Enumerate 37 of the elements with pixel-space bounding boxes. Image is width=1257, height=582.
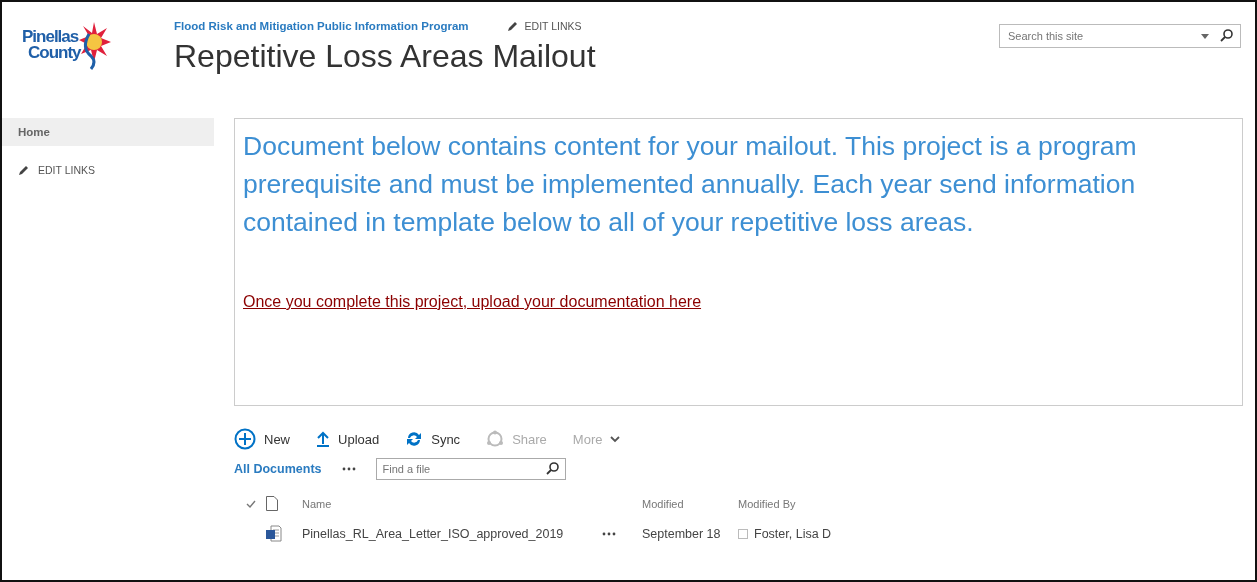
plus-circle-icon: [234, 428, 256, 450]
presence-icon: [738, 528, 748, 539]
column-header[interactable]: Name: [302, 497, 602, 510]
site-link[interactable]: Flood Risk and Mitigation Public Information Program: [174, 20, 469, 32]
more-icon[interactable]: [341, 467, 356, 471]
view-tab[interactable]: All Documents: [234, 462, 322, 476]
modified-by-cell: Foster, Lisa D: [754, 526, 832, 541]
pencil-icon: [506, 20, 518, 32]
document-icon: [266, 496, 278, 511]
toolbar-button[interactable]: Upload: [316, 431, 380, 447]
nav-item[interactable]: Home: [2, 118, 214, 146]
edit-links-link[interactable]: EDIT LINKS: [506, 20, 582, 32]
upload-icon: [316, 431, 330, 447]
column-header[interactable]: Modified: [642, 497, 738, 510]
search-icon[interactable]: [1220, 29, 1233, 42]
find-file-field[interactable]: Find a file: [375, 458, 566, 480]
file-name-cell[interactable]: Pinellas_RL_Area_Letter_ISO_approved_2019: [302, 526, 602, 541]
intro-text: Document below contains content for your mailout. This project is a program prerequisite and must be implemented annually. Each year send information contained in template below to all of your repetitive loss areas.: [243, 130, 1138, 239]
sync-icon: [405, 430, 424, 448]
upload-link[interactable]: Once you complete this project, upload your documentation here: [243, 293, 702, 311]
share-icon: [486, 430, 505, 448]
logo-text: Pinellas: [22, 28, 80, 45]
more-icon[interactable]: [602, 531, 616, 536]
pencil-icon: [18, 164, 29, 176]
dropdown-icon: [1201, 34, 1209, 39]
logo-text: County: [27, 45, 81, 62]
checkmark-icon[interactable]: [246, 499, 256, 508]
chevron-down-icon: [610, 435, 621, 443]
edit-links-link[interactable]: EDIT LINKS: [2, 146, 214, 194]
toolbar-button[interactable]: Sync: [405, 430, 461, 448]
page-title: Repetitive Loss Areas Mailout: [174, 38, 597, 75]
toolbar-button[interactable]: New: [234, 428, 290, 450]
word-document-icon: [266, 525, 282, 542]
search-field[interactable]: Search this site: [999, 24, 1241, 48]
column-header[interactable]: Modified By: [738, 497, 1243, 510]
search-icon[interactable]: [545, 462, 559, 475]
modified-cell-text: September 18: [642, 526, 722, 541]
